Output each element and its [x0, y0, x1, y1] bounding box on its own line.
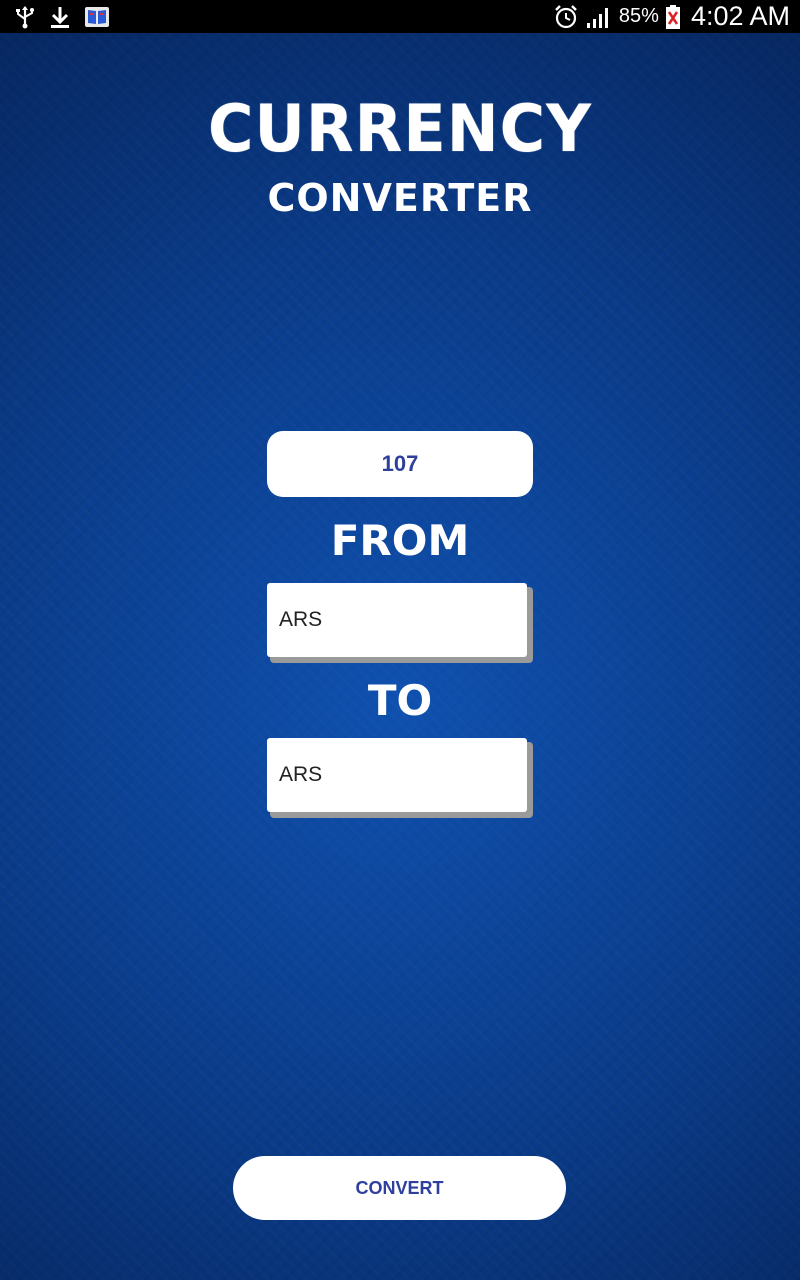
battery-percentage: 85% — [618, 5, 659, 27]
convert-button[interactable]: CONVERT — [233, 1156, 566, 1220]
app-title: CURRENCY — [208, 90, 592, 167]
dictionary-app-icon — [84, 5, 110, 29]
from-label: FROM — [330, 516, 470, 565]
to-label: TO — [367, 676, 433, 725]
usb-icon — [14, 5, 36, 29]
status-bar: 85% 4:02 AM — [0, 0, 800, 33]
to-currency-value[interactable]: ARS — [267, 738, 527, 812]
clock: 4:02 AM — [690, 1, 790, 31]
download-icon — [48, 5, 72, 29]
battery-icon — [665, 4, 681, 30]
amount-input[interactable] — [267, 431, 533, 497]
status-bar-left — [14, 0, 110, 33]
signal-icon — [585, 5, 613, 29]
from-currency-select[interactable]: ARS — [267, 583, 533, 663]
to-currency-select[interactable]: ARS — [267, 738, 533, 818]
app-subtitle: CONVERTER — [267, 176, 533, 220]
status-bar-right: 85% 4:02 AM — [553, 0, 790, 33]
alarm-icon — [553, 4, 579, 30]
from-currency-value[interactable]: ARS — [267, 583, 527, 657]
